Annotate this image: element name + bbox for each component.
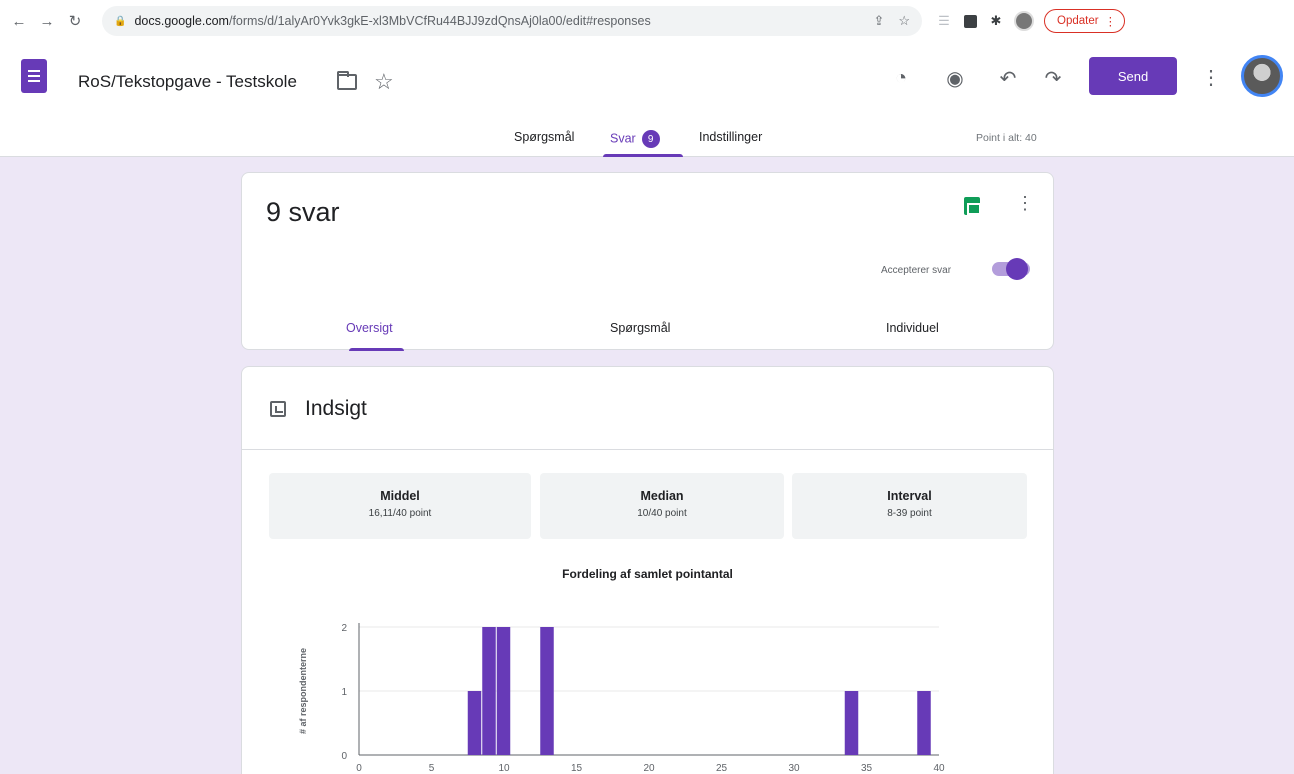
send-button[interactable]: Send — [1089, 57, 1177, 95]
stat-range: Interval 8-39 point — [792, 473, 1027, 539]
chart-bar — [917, 691, 931, 755]
responses-summary-card: 9 svar ⋮ Accepterer svar Oversigt Spørgs… — [241, 172, 1054, 351]
address-bar[interactable]: 🔒 docs.google.com/forms/d/1alyAr0Yvk3gkE… — [102, 6, 922, 36]
stat-range-label: Interval — [887, 489, 932, 503]
redo-icon[interactable]: ↷ — [1039, 64, 1067, 92]
undo-icon[interactable]: ↶ — [994, 64, 1022, 92]
y-tick-label: 0 — [341, 751, 347, 762]
responses-more-icon[interactable]: ⋮ — [1016, 193, 1034, 214]
insights-card: Indsigt Middel 16,11/40 point Median 10/… — [241, 366, 1054, 774]
update-button[interactable]: Opdater ⋮ — [1044, 9, 1126, 33]
chart-bar — [540, 627, 554, 755]
toggle-knob[interactable] — [1006, 258, 1028, 280]
accepting-responses-label: Accepterer svar — [881, 265, 952, 276]
x-tick-label: 10 — [498, 763, 510, 774]
chart-bar — [844, 691, 859, 755]
stat-median-label: Median — [640, 489, 684, 503]
avatar[interactable] — [1241, 55, 1283, 97]
sheets-icon[interactable] — [964, 197, 981, 215]
browser-toolbar: ← → ↻ 🔒 docs.google.com/forms/d/1alyAr0Y… — [0, 0, 1294, 42]
forms-logo-icon[interactable] — [21, 59, 47, 93]
tab-settings[interactable]: Indstillinger — [699, 130, 762, 144]
more-vert-icon: ⋮ — [1104, 16, 1117, 28]
share-icon[interactable]: ⇪ — [873, 13, 884, 29]
chart-bar — [482, 627, 496, 755]
active-subtab-indicator — [349, 348, 404, 351]
puzzle-icon[interactable]: ✱ — [988, 13, 1004, 29]
x-tick-label: 30 — [788, 763, 800, 774]
x-tick-label: 0 — [356, 763, 362, 774]
responses-count-badge: 9 — [641, 130, 660, 148]
stat-median: Median 10/40 point — [540, 473, 784, 539]
folder-icon[interactable] — [337, 71, 357, 90]
url-path: /forms/d/1alyAr0Yvk3gkE-xl3MbVCfRu44BJJ9… — [228, 14, 651, 28]
nav-buttons: ← → ↻ — [6, 8, 88, 34]
chart-bar — [467, 691, 482, 755]
extension-icon[interactable] — [962, 13, 978, 29]
subtab-summary[interactable]: Oversigt — [346, 321, 393, 335]
forward-icon[interactable]: → — [34, 8, 60, 34]
y-tick-label: 1 — [341, 687, 347, 698]
url-host: docs.google.com — [134, 14, 229, 28]
reload-icon[interactable]: ↻ — [62, 8, 88, 34]
forms-header: RoS/Tekstopgave - Testskole ☆ ◔ ◉ ↶ ↷ Se… — [0, 42, 1294, 157]
insights-icon — [270, 401, 286, 417]
x-tick-label: 35 — [861, 763, 873, 774]
score-distribution-chart: 0120 5 10 15 20 25 30 35 40# af respondenterne — [298, 623, 945, 774]
stat-mean: Middel 16,11/40 point — [269, 473, 531, 539]
star-icon[interactable]: ☆ — [374, 69, 394, 95]
tab-responses-label: Svar — [610, 131, 636, 146]
more-options-icon[interactable]: ⋮ — [1201, 64, 1221, 90]
x-tick-label: 20 — [643, 763, 655, 774]
active-tab-indicator — [603, 154, 683, 157]
responses-count: 9 svar — [266, 197, 340, 227]
subtab-individual[interactable]: Individuel — [886, 321, 939, 335]
subtab-question[interactable]: Spørgsmål — [610, 321, 670, 335]
stat-median-value: 10/40 point — [637, 508, 687, 519]
palette-icon[interactable]: ◔ — [887, 64, 915, 92]
chart-title: Fordeling af samlet pointantal — [562, 567, 733, 581]
stat-mean-label: Middel — [380, 489, 420, 503]
reading-list-icon[interactable]: ☰ — [936, 13, 952, 29]
document-title[interactable]: RoS/Tekstopgave - Testskole — [78, 72, 297, 92]
divider — [242, 449, 1053, 450]
stat-mean-value: 16,11/40 point — [368, 508, 432, 519]
main-tabs: Spørgsmål Svar 9 Indstillinger Point i al… — [0, 130, 1294, 157]
x-tick-label: 15 — [571, 763, 583, 774]
preview-eye-icon[interactable]: ◉ — [941, 64, 969, 92]
insights-title: Indsigt — [305, 397, 367, 420]
update-label: Opdater — [1057, 15, 1099, 27]
tab-questions[interactable]: Spørgsmål — [514, 130, 574, 144]
profile-icon[interactable] — [1014, 11, 1034, 31]
chart-bar — [496, 627, 511, 755]
stat-range-value: 8-39 point — [887, 508, 932, 519]
y-tick-label: 2 — [341, 623, 347, 634]
x-tick-label: 5 — [429, 763, 435, 774]
back-icon[interactable]: ← — [6, 8, 32, 34]
x-tick-label: 40 — [933, 763, 945, 774]
lock-icon[interactable]: 🔒 — [114, 16, 126, 27]
x-tick-label: 25 — [716, 763, 728, 774]
tab-responses[interactable]: Svar 9 — [610, 130, 660, 148]
y-axis-label: # af respondenterne — [298, 648, 308, 734]
bookmark-star-icon[interactable]: ☆ — [898, 13, 910, 29]
points-total: Point i alt: 40 — [976, 132, 1037, 144]
